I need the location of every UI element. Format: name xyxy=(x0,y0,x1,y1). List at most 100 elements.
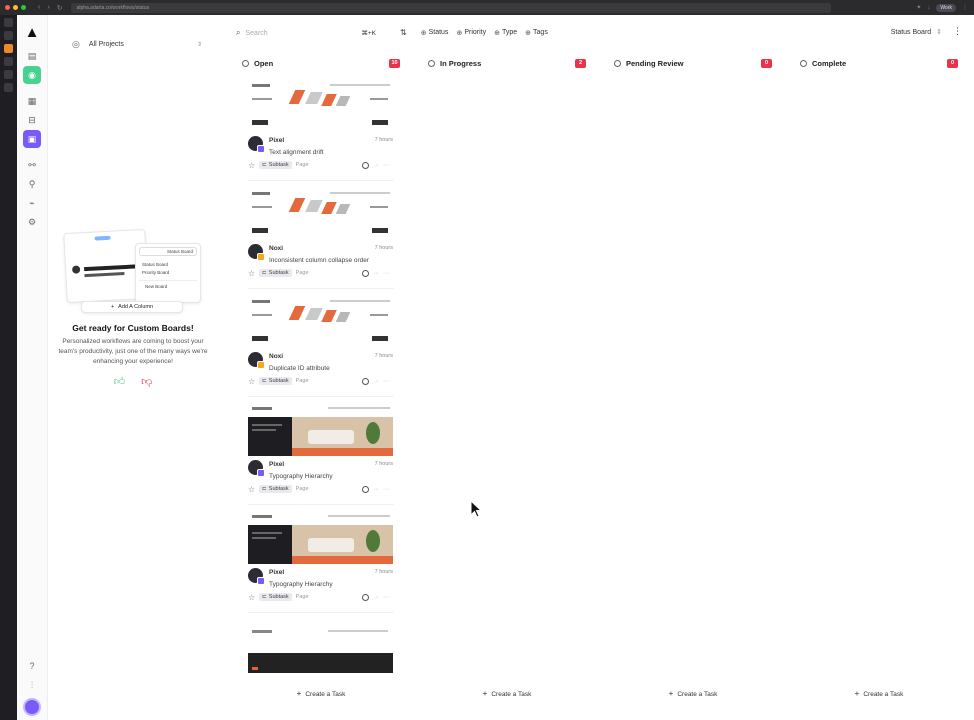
clipboard-icon[interactable]: ▤ xyxy=(23,47,41,65)
star-icon[interactable]: ☆ xyxy=(248,377,255,386)
maximize-window-button[interactable] xyxy=(21,5,26,10)
back-arrow-icon[interactable]: ‹ xyxy=(38,4,40,12)
status-check-icon[interactable] xyxy=(362,593,369,601)
filter-tags[interactable]: ⊕ Tags xyxy=(525,29,548,37)
type-label: Page xyxy=(295,270,309,276)
subtask-tag: ⊏ Subtask xyxy=(259,161,292,169)
card-meta: Pixel 7 hours Typography Hierarchy xyxy=(248,567,393,589)
extensions-icon[interactable]: ✦ xyxy=(916,4,921,11)
board-icon[interactable]: ▣ xyxy=(23,130,41,148)
window-controls[interactable] xyxy=(5,5,26,10)
star-icon[interactable]: ☆ xyxy=(248,269,255,278)
dock-app-icon[interactable] xyxy=(4,18,13,27)
count-badge: 10 xyxy=(389,58,400,68)
star-icon[interactable]: ☆ xyxy=(248,161,255,170)
minimize-window-button[interactable] xyxy=(13,5,18,10)
status-circle-icon xyxy=(428,59,435,67)
thumbs-up-icon[interactable]: 👍︎ xyxy=(114,375,126,388)
download-icon[interactable]: ↓ xyxy=(927,5,930,11)
card-divider xyxy=(248,396,394,397)
project-selector[interactable]: ◎ All Projects ⇕ xyxy=(72,39,202,50)
subtask-icon: ⊏ xyxy=(262,594,267,600)
browser-menu-icon[interactable]: ⋮ xyxy=(962,4,968,11)
status-check-icon[interactable] xyxy=(362,485,369,493)
create-task-button[interactable]: + Create a Task xyxy=(428,689,586,698)
task-card[interactable]: Noxi 7 hours Inconsistent column collapse … xyxy=(248,188,394,296)
sort-icon[interactable]: ⇅ xyxy=(400,28,407,37)
count-badge: 2 xyxy=(575,58,586,68)
address-bar[interactable]: alpha.adarta.co/workflows/status xyxy=(70,2,831,13)
close-window-button[interactable] xyxy=(5,5,10,10)
stats-icon[interactable]: ⫶ xyxy=(23,676,41,694)
more-icon[interactable]: ⋯ xyxy=(383,378,389,385)
dock-app-icon[interactable] xyxy=(4,31,13,40)
task-card[interactable]: Noxi 7 hours Duplicate ID attribute ☆ ⊏ Subta… xyxy=(248,296,394,404)
status-check-icon[interactable] xyxy=(362,269,369,277)
card-divider xyxy=(248,180,394,181)
chart-icon[interactable]: ⌁ xyxy=(23,194,41,212)
status-check-icon[interactable] xyxy=(362,161,369,169)
profile-chip[interactable]: Work xyxy=(936,3,956,12)
assignee-name: Pixel xyxy=(269,137,285,144)
task-card-partial[interactable] xyxy=(248,627,394,673)
type-label: Page xyxy=(295,486,309,492)
star-icon[interactable]: ☆ xyxy=(248,485,255,494)
create-task-button[interactable]: + Create a Task xyxy=(614,689,772,698)
create-task-button[interactable]: + Create a Task xyxy=(800,689,958,698)
more-options-icon[interactable]: ⋮ xyxy=(953,26,962,37)
arrow-icon[interactable]: → xyxy=(373,486,379,492)
status-check-icon[interactable] xyxy=(362,377,369,385)
dock-add-icon[interactable] xyxy=(4,83,13,92)
view-selector[interactable]: Status Board ⇕ xyxy=(891,28,942,36)
chat-icon[interactable]: ◉ xyxy=(23,66,41,84)
card-title: Typography Hierarchy xyxy=(269,473,333,480)
inbox-icon[interactable]: ⊟ xyxy=(23,111,41,129)
arrow-icon[interactable]: → xyxy=(373,270,379,276)
star-icon[interactable]: ☆ xyxy=(248,593,255,602)
arrow-icon[interactable]: → xyxy=(373,378,379,384)
subtask-tag: ⊏ Subtask xyxy=(259,485,292,493)
dock-app-icon[interactable] xyxy=(4,57,13,66)
card-timestamp: 7 hours xyxy=(374,245,393,251)
filter-type[interactable]: ⊕ Type xyxy=(494,29,517,37)
card-footer: ☆ ⊏ Subtask Page → ⋯ xyxy=(248,592,393,602)
settings-gear-icon[interactable]: ⚙ xyxy=(23,213,41,231)
dock-app-icon[interactable] xyxy=(4,44,13,53)
arrow-icon[interactable]: → xyxy=(373,162,379,168)
search-field[interactable]: ⌕ Search ⌘+K xyxy=(236,28,376,38)
promo-title: Get ready for Custom Boards! xyxy=(72,323,194,333)
card-timestamp: 7 hours xyxy=(374,461,393,467)
more-icon[interactable]: ⋯ xyxy=(383,162,389,169)
task-card[interactable]: Pixel 7 hours Text alignment drift ☆ ⊏ Subtas… xyxy=(248,80,394,188)
task-card[interactable]: Pixel 7 hours Typography Hierarchy ☆ ⊏ Subtas… xyxy=(248,512,394,620)
grid-icon[interactable]: ▦ xyxy=(23,92,41,110)
user-icon[interactable]: ⚲ xyxy=(23,175,41,193)
thumbs-down-icon[interactable]: 👎︎ xyxy=(141,375,152,388)
card-thumbnail xyxy=(248,627,393,673)
card-thumbnail xyxy=(248,512,393,564)
more-icon[interactable]: ⋯ xyxy=(383,594,389,601)
reload-icon[interactable]: ↻ xyxy=(57,4,63,12)
workflow-icon[interactable]: ⚯ xyxy=(23,156,41,174)
card-divider xyxy=(248,504,394,505)
arrow-icon[interactable]: → xyxy=(373,594,379,600)
filter-status[interactable]: ⊕ Status xyxy=(421,29,449,37)
filter-bar: ⇅ ⊕ Status ⊕ Priority ⊕ Type ⊕ Tags xyxy=(400,28,548,37)
board-toolbar: ⌕ Search ⌘+K ⇅ ⊕ Status ⊕ Priority ⊕ Type ⊕… xyxy=(218,15,974,50)
help-icon[interactable]: ? xyxy=(23,657,41,675)
forward-arrow-icon[interactable]: › xyxy=(47,4,49,12)
user-avatar[interactable] xyxy=(23,698,41,716)
assignee-avatar xyxy=(248,568,265,585)
create-task-button[interactable]: + Create a Task xyxy=(242,689,400,698)
task-card[interactable]: Pixel 7 hours Typography Hierarchy ☆ ⊏ Subtas… xyxy=(248,404,394,512)
card-title: Text alignment drift xyxy=(269,149,324,156)
filter-priority[interactable]: ⊕ Priority xyxy=(456,29,486,37)
more-icon[interactable]: ⋯ xyxy=(383,486,389,493)
project-label: All Projects xyxy=(88,41,124,48)
browser-toolbar: ‹ › ↻ alpha.adarta.co/workflows/status ✦… xyxy=(0,0,974,15)
app-logo-icon[interactable]: ▲ xyxy=(25,24,40,41)
dock-app-icon[interactable] xyxy=(4,70,13,79)
card-footer: ☆ ⊏ Subtask Page → ⋯ xyxy=(248,160,393,170)
more-icon[interactable]: ⋯ xyxy=(383,270,389,277)
assignee-name: Pixel xyxy=(269,569,285,576)
